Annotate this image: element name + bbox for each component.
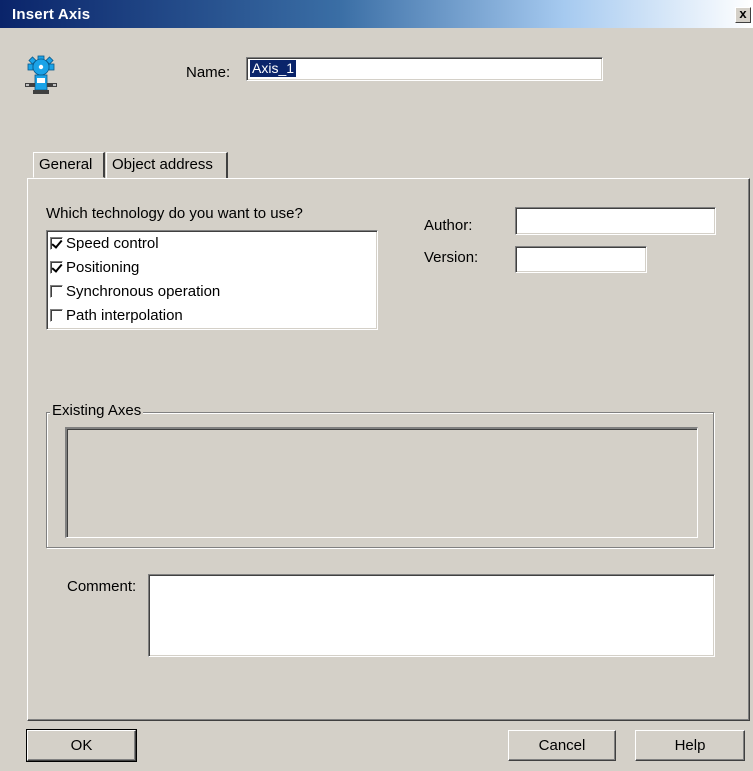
tab-general[interactable]: General: [33, 152, 105, 178]
cancel-button[interactable]: Cancel: [508, 730, 616, 761]
author-field[interactable]: [515, 207, 716, 235]
tab-general-label: General: [39, 156, 93, 173]
path-interpolation-checkbox[interactable]: [50, 309, 63, 322]
version-field[interactable]: [515, 246, 647, 273]
tech-item-label: Synchronous operation: [66, 283, 221, 300]
close-icon: x: [739, 6, 747, 21]
tab-object-address-label: Object address: [112, 156, 213, 173]
tech-item-label: Speed control: [66, 235, 159, 252]
name-input[interactable]: Axis_1: [246, 57, 603, 81]
author-label: Author:: [424, 217, 473, 234]
tech-item-synchronous-operation[interactable]: Synchronous operation: [50, 283, 220, 305]
existing-axes-list[interactable]: [65, 427, 698, 538]
tech-item-positioning[interactable]: Positioning: [50, 259, 139, 281]
window-title: Insert Axis: [12, 6, 91, 23]
positioning-checkbox[interactable]: [50, 261, 63, 274]
title-bar[interactable]: Insert Axis x: [0, 0, 753, 28]
close-button[interactable]: x: [735, 7, 751, 23]
tab-object-address[interactable]: Object address: [106, 152, 228, 178]
tech-item-speed-control[interactable]: Speed control: [50, 235, 159, 257]
ok-button[interactable]: OK: [26, 729, 137, 762]
technology-list[interactable]: Speed control Positioning Synchronous op…: [46, 230, 378, 330]
help-button[interactable]: Help: [635, 730, 745, 761]
name-label: Name:: [186, 64, 231, 81]
insert-axis-dialog: Insert Axis x Name: Axis_1 General Objec…: [0, 0, 753, 771]
tech-item-path-interpolation[interactable]: Path interpolation: [50, 307, 183, 329]
technology-question: Which technology do you want to use?: [46, 205, 303, 222]
name-value: Axis_1: [250, 60, 297, 77]
speed-control-checkbox[interactable]: [50, 237, 63, 250]
existing-axes-label: Existing Axes: [50, 402, 144, 419]
tech-item-label: Path interpolation: [66, 307, 183, 324]
comment-field[interactable]: [148, 574, 715, 657]
synchronous-operation-checkbox[interactable]: [50, 285, 63, 298]
comment-label: Comment:: [67, 578, 137, 595]
axis-motor-icon: [24, 55, 58, 100]
version-label: Version:: [424, 249, 479, 266]
tech-item-label: Positioning: [66, 259, 140, 276]
